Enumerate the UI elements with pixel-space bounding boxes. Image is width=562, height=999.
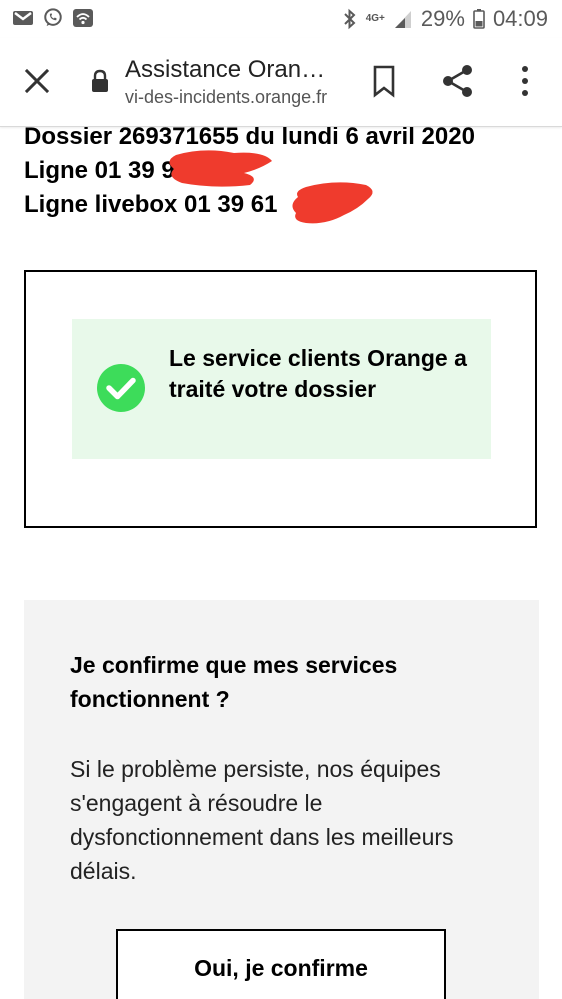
check-circle-icon xyxy=(97,364,145,412)
bookmark-icon[interactable] xyxy=(371,64,397,98)
battery-icon xyxy=(473,9,485,29)
livebox-line: Ligne livebox 01 39 61 xyxy=(24,191,278,218)
confirm-description: Si le problème persiste, nos équipes s'e… xyxy=(70,756,454,884)
success-message: Le service clients Orange a traité votre… xyxy=(72,319,491,459)
redaction-mark xyxy=(169,150,272,187)
confirm-question: Je confirme que mes services fonctionnen… xyxy=(70,652,398,712)
browser-toolbar: Assistance Oran… vi-des-incidents.orange… xyxy=(0,38,562,127)
page-url[interactable]: vi-des-incidents.orange.fr xyxy=(125,87,327,108)
wifi-icon xyxy=(73,9,93,27)
confirm-button[interactable]: Oui, je confirme xyxy=(116,929,446,999)
share-icon[interactable] xyxy=(441,64,475,98)
phone-line: Ligne 01 39 9 xyxy=(24,157,175,184)
close-icon[interactable] xyxy=(20,64,54,98)
page-content: Dossier 269371655 du lundi 6 avril 2020 … xyxy=(0,127,562,999)
gmail-icon xyxy=(13,11,33,25)
signal-icon xyxy=(394,11,411,28)
system-indicators: 4G+ 29% 04:09 xyxy=(342,6,548,32)
clock: 04:09 xyxy=(492,6,548,31)
ticket-status-card: Le service clients Orange a traité votre… xyxy=(24,270,537,528)
battery-percent: 29% xyxy=(420,6,465,31)
notification-icons xyxy=(12,8,94,28)
bluetooth-icon xyxy=(343,8,356,30)
more-menu-icon[interactable] xyxy=(515,64,535,98)
success-text: Le service clients Orange a traité votre… xyxy=(169,345,467,402)
network-type: 4G+ xyxy=(365,13,385,24)
redaction-mark xyxy=(292,182,373,224)
page-title[interactable]: Assistance Oran… xyxy=(125,56,325,84)
status-bar: 4G+ 29% 04:09 xyxy=(0,0,562,38)
whatsapp-icon xyxy=(44,8,62,27)
confirm-panel: Je confirme que mes services fonctionnen… xyxy=(24,600,539,999)
lock-icon xyxy=(92,69,108,92)
